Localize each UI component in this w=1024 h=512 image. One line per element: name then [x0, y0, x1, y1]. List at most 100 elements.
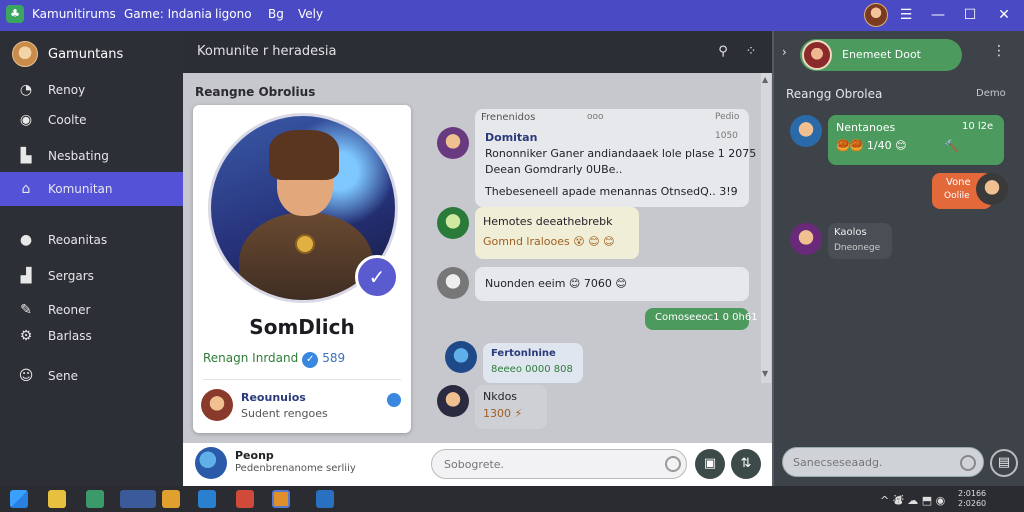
sticker-button[interactable]: ▣: [695, 449, 725, 479]
user-avatar[interactable]: [864, 3, 888, 27]
sidebar: Gamuntans ◔ Renoy ◉ Coolte ▙ Nesbating ⌂ Kom…: [0, 31, 183, 486]
message-line: Hemotes deeathebrebk: [483, 215, 613, 228]
contact-name: Enemeet Doot: [842, 48, 921, 61]
scroll-down-icon[interactable]: ▼: [762, 369, 768, 378]
folder-icon[interactable]: [48, 490, 66, 508]
chat-avatar[interactable]: [437, 267, 469, 299]
contact-header[interactable]: Enemeet Doot: [800, 39, 962, 71]
menu-vely[interactable]: Vely: [298, 7, 323, 21]
emoji-icon[interactable]: [960, 455, 976, 471]
sidebar-item-sergars[interactable]: ▟ Sergars: [0, 259, 183, 293]
message-bubble: Frenenidos ooo Pedio Domitan Rononniker …: [475, 109, 756, 207]
sidebar-item-barlass[interactable]: ⚙ Barlass: [0, 319, 183, 353]
clock[interactable]: 2:0166 2:0260: [958, 489, 986, 509]
composer-title: Peonp: [235, 449, 274, 462]
dot-icon: ◉: [19, 112, 33, 128]
maximize-icon[interactable]: ☐: [956, 4, 984, 26]
sidebar-item-komunitan[interactable]: ⌂ Komunitan: [0, 172, 183, 206]
right-message-input[interactable]: [782, 447, 984, 477]
system-tray[interactable]: ^ ⛇ ☁ ⬒ ◉: [880, 492, 945, 508]
friend-row[interactable]: Reounuios Sudent rengoes: [201, 387, 405, 423]
menu-ligono[interactable]: ligono: [215, 7, 252, 21]
app-icon[interactable]: [198, 490, 216, 508]
gear-icon: ⚙: [19, 328, 33, 344]
search-icon[interactable]: ⚲: [711, 41, 735, 63]
attach-button[interactable]: ▤: [990, 449, 1018, 477]
info-icon[interactable]: [387, 393, 401, 407]
mail-icon[interactable]: [162, 490, 180, 508]
smile-icon: ☺: [18, 368, 34, 384]
start-icon[interactable]: [10, 490, 28, 508]
hammer-icon: 🔨: [944, 139, 959, 153]
sidebar-item-label: Nesbating: [48, 149, 109, 163]
circle-icon: ●: [19, 232, 33, 248]
composer-avatar[interactable]: [195, 447, 227, 479]
media-icon[interactable]: [236, 490, 254, 508]
chat-avatar[interactable]: [976, 173, 1008, 205]
message-author: Nentanoes: [836, 121, 896, 134]
more-icon[interactable]: ⁘: [739, 41, 763, 63]
sidebar-item-sene[interactable]: ☺ Sene: [0, 359, 183, 393]
profile-subtitle-text: Renagn Inrdand: [203, 351, 299, 365]
send-button[interactable]: ⇅: [731, 449, 761, 479]
message-bubble: Kaolos Dneonege: [828, 223, 892, 259]
scrollbar[interactable]: ▲ ▼: [761, 73, 771, 383]
message-author: Kaolos: [834, 227, 867, 238]
messages-header-mid: ooo: [587, 112, 604, 122]
menu-bg[interactable]: Bg: [268, 7, 284, 21]
community-logo-icon: [12, 41, 38, 67]
sidebar-header[interactable]: Gamuntans: [0, 37, 183, 71]
close-icon[interactable]: ✕: [990, 4, 1018, 26]
messages-header-right: Pedio: [715, 112, 740, 122]
emoji-icon[interactable]: [665, 456, 681, 472]
section-title: Reangne Obrolius: [195, 85, 316, 99]
game-app-icon[interactable]: [272, 490, 290, 508]
chat-avatar[interactable]: [445, 341, 477, 373]
title-bar: ♣ Kamunitirums Game: Indania ligono Bg V…: [0, 0, 1024, 31]
menu-icon[interactable]: ☰: [892, 4, 920, 26]
minimize-icon[interactable]: —: [924, 4, 952, 26]
profile-card: ✓ SomDlich Renagn Inrdand ✓ 589 Reounuios …: [193, 105, 411, 433]
message-author: Vone: [946, 177, 971, 188]
message-line: Rononniker Ganer andiandaaek lole plase …: [485, 147, 757, 160]
photos-icon[interactable]: [316, 490, 334, 508]
bookmark-icon: ▙: [20, 148, 32, 164]
message-author: Domitan: [485, 131, 538, 144]
sidebar-header-label: Gamuntans: [48, 46, 124, 62]
right-section-action[interactable]: Demo: [976, 88, 1006, 99]
menu-kamunitirums[interactable]: Kamunitirums: [32, 7, 116, 21]
chevron-right-icon[interactable]: ›: [782, 45, 787, 59]
chat-avatar[interactable]: [790, 115, 822, 147]
message-time: 1050: [715, 131, 738, 141]
right-panel: › Enemeet Doot ⋮ Reangg Obrolea Demo Nen…: [772, 31, 1024, 486]
scroll-up-icon[interactable]: ▲: [762, 75, 768, 84]
chat-avatar[interactable]: [790, 223, 822, 255]
message-line: Fertonlnine: [491, 348, 556, 359]
message-line: Dneonege: [834, 243, 881, 253]
kebab-menu-icon[interactable]: ⋮: [992, 43, 1006, 59]
menu-game[interactable]: Game: Indania: [124, 7, 212, 21]
avatar-hair: [269, 130, 339, 180]
message-line: Gomnd lralooes 😵 😊 😊: [483, 235, 615, 248]
sidebar-item-label: Komunitan: [48, 182, 113, 196]
message-input[interactable]: [431, 449, 687, 479]
chat-avatar[interactable]: [437, 127, 469, 159]
store-icon[interactable]: [86, 490, 104, 508]
sidebar-item-nesbating[interactable]: ▙ Nesbating: [0, 139, 183, 173]
sidebar-item-renoy[interactable]: ◔ Renoy: [0, 73, 183, 107]
composer-bar: Peonp Pedenbrenanome serliiy ▣ ⇅: [183, 443, 772, 486]
sidebar-item-reoanitas[interactable]: ● Reoanitas: [0, 223, 183, 257]
sidebar-item-coolte[interactable]: ◉ Coolte: [0, 103, 183, 137]
chat-avatar[interactable]: [437, 385, 469, 417]
profile-subtitle: Renagn Inrdand ✓ 589: [203, 351, 345, 368]
messages-header-left: Frenenidos: [481, 112, 536, 123]
app-icon[interactable]: ♣: [6, 5, 24, 23]
browser-icon[interactable]: [120, 490, 156, 508]
message-line: Nkdos: [483, 390, 518, 403]
message-bubble: Nuonden eeim 😊 7060 😊: [475, 267, 749, 301]
home-icon: ⌂: [21, 181, 31, 197]
my-message-bubble: Comoseeoc1 0 0h61: [645, 308, 758, 330]
message-line: 8eeeo 0000 808: [491, 364, 573, 375]
center-title: Komunite r heradesia: [197, 44, 337, 59]
chat-avatar[interactable]: [437, 207, 469, 239]
